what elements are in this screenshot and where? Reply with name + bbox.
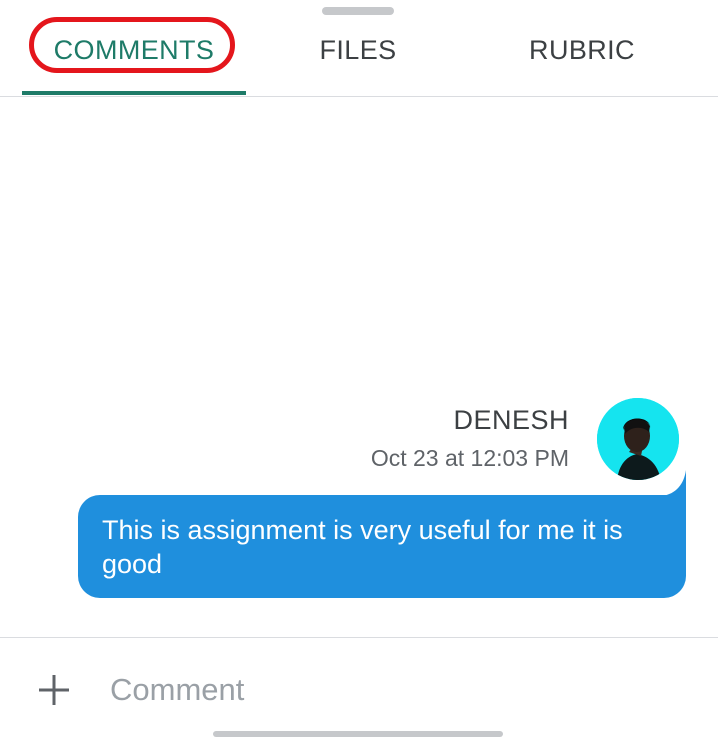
add-attachment-button[interactable]	[36, 672, 72, 708]
avatar[interactable]	[597, 398, 679, 480]
tab-rubric[interactable]: RUBRIC	[470, 30, 694, 70]
composer-divider	[0, 637, 718, 638]
person-silhouette-icon	[597, 398, 679, 480]
comment-bubble: This is assignment is very useful for me…	[78, 495, 686, 598]
comment-input[interactable]	[98, 664, 682, 716]
comment-text: This is assignment is very useful for me…	[102, 515, 623, 579]
tab-files[interactable]: FILES	[260, 30, 456, 70]
highlight-annotation	[29, 17, 235, 73]
bubble-tail	[662, 470, 686, 496]
plus-icon	[39, 675, 69, 705]
home-indicator	[213, 731, 503, 737]
comment-timestamp: Oct 23 at 12:03 PM	[370, 445, 569, 471]
comment-author: DENESH	[453, 405, 569, 435]
active-tab-indicator	[22, 91, 246, 95]
